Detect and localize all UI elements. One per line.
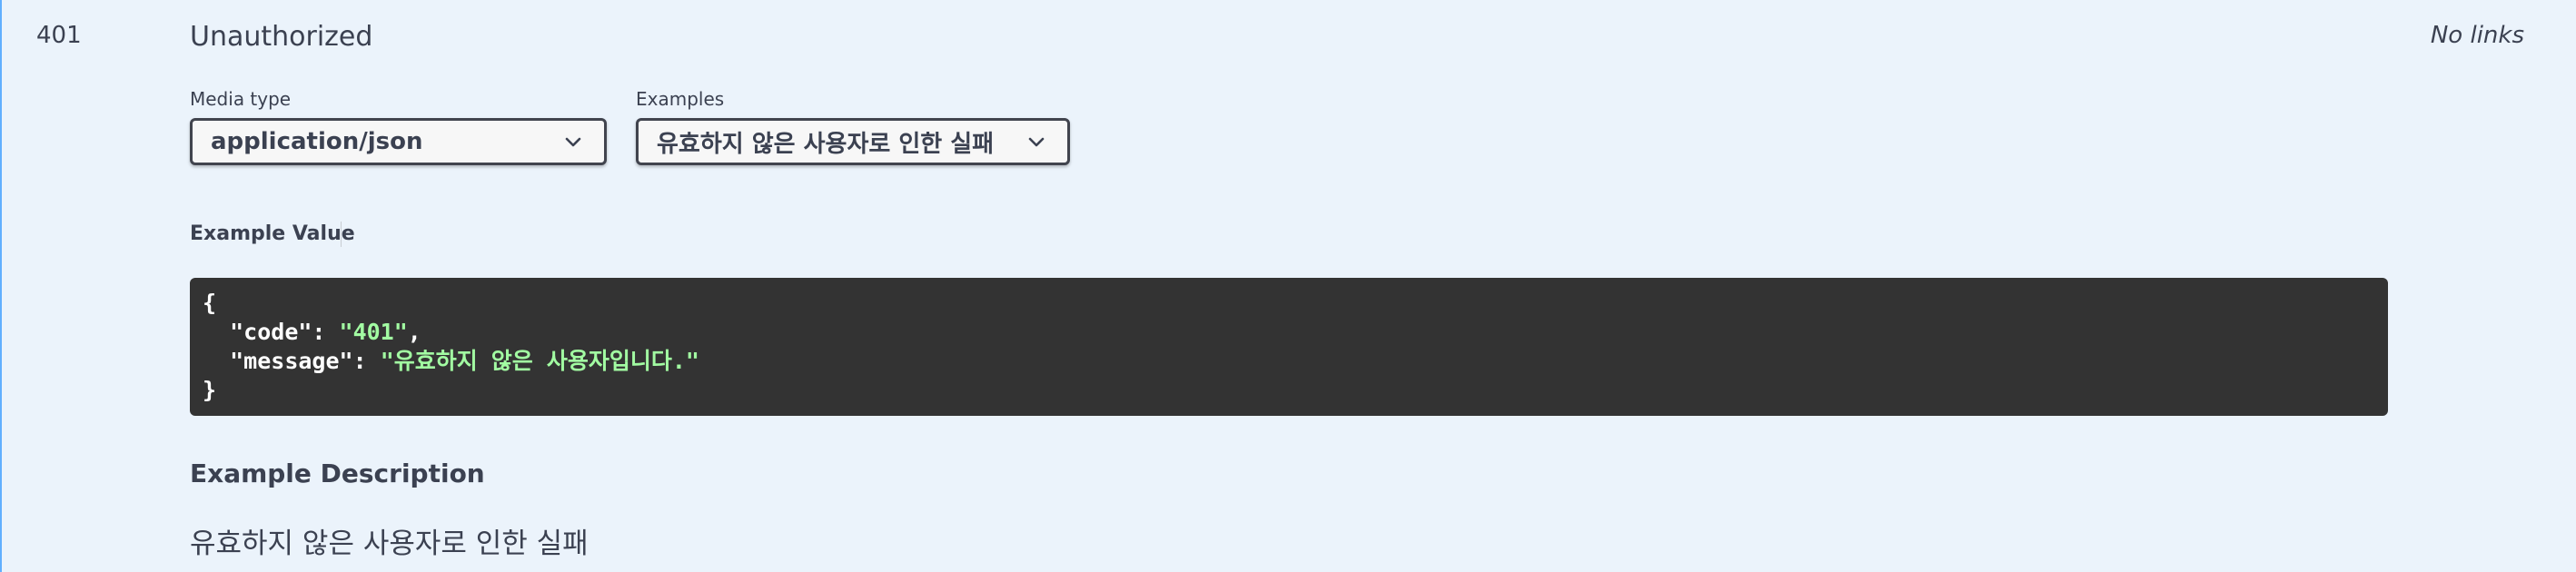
message-value: "유효하지 않은 사용자입니다.": [380, 348, 699, 374]
response-links: No links: [2430, 22, 2524, 49]
example-value-code: { "code": "401", "message": "유효하지 않은 사용자…: [190, 278, 2388, 416]
chevron-down-icon: [1028, 137, 1045, 147]
code-key: "code": [230, 319, 312, 345]
code-value: "401": [339, 319, 408, 345]
media-type-select[interactable]: application/json: [190, 118, 607, 165]
response-description: Unauthorized: [190, 21, 373, 53]
example-description-title: Example Description: [190, 459, 485, 488]
examples-selected: 유효하지 않은 사용자로 인한 실패: [657, 130, 995, 158]
code-open-brace: {: [203, 290, 217, 316]
chevron-down-icon: [565, 137, 581, 147]
response-status-code: 401: [36, 22, 82, 49]
code-close-brace: }: [203, 377, 217, 403]
example-value-tab[interactable]: Example Value: [190, 222, 355, 245]
response-row: 401 Unauthorized No links Media type app…: [0, 0, 2576, 572]
media-type-label: Media type: [190, 88, 292, 110]
example-description-text: 유효하지 않은 사용자로 인한 실패: [190, 528, 589, 560]
examples-select[interactable]: 유효하지 않은 사용자로 인한 실패: [636, 118, 1070, 165]
tab-divider: [341, 222, 342, 247]
examples-label: Examples: [636, 88, 725, 110]
media-type-selected: application/json: [211, 128, 423, 155]
message-key: "message": [230, 348, 353, 374]
